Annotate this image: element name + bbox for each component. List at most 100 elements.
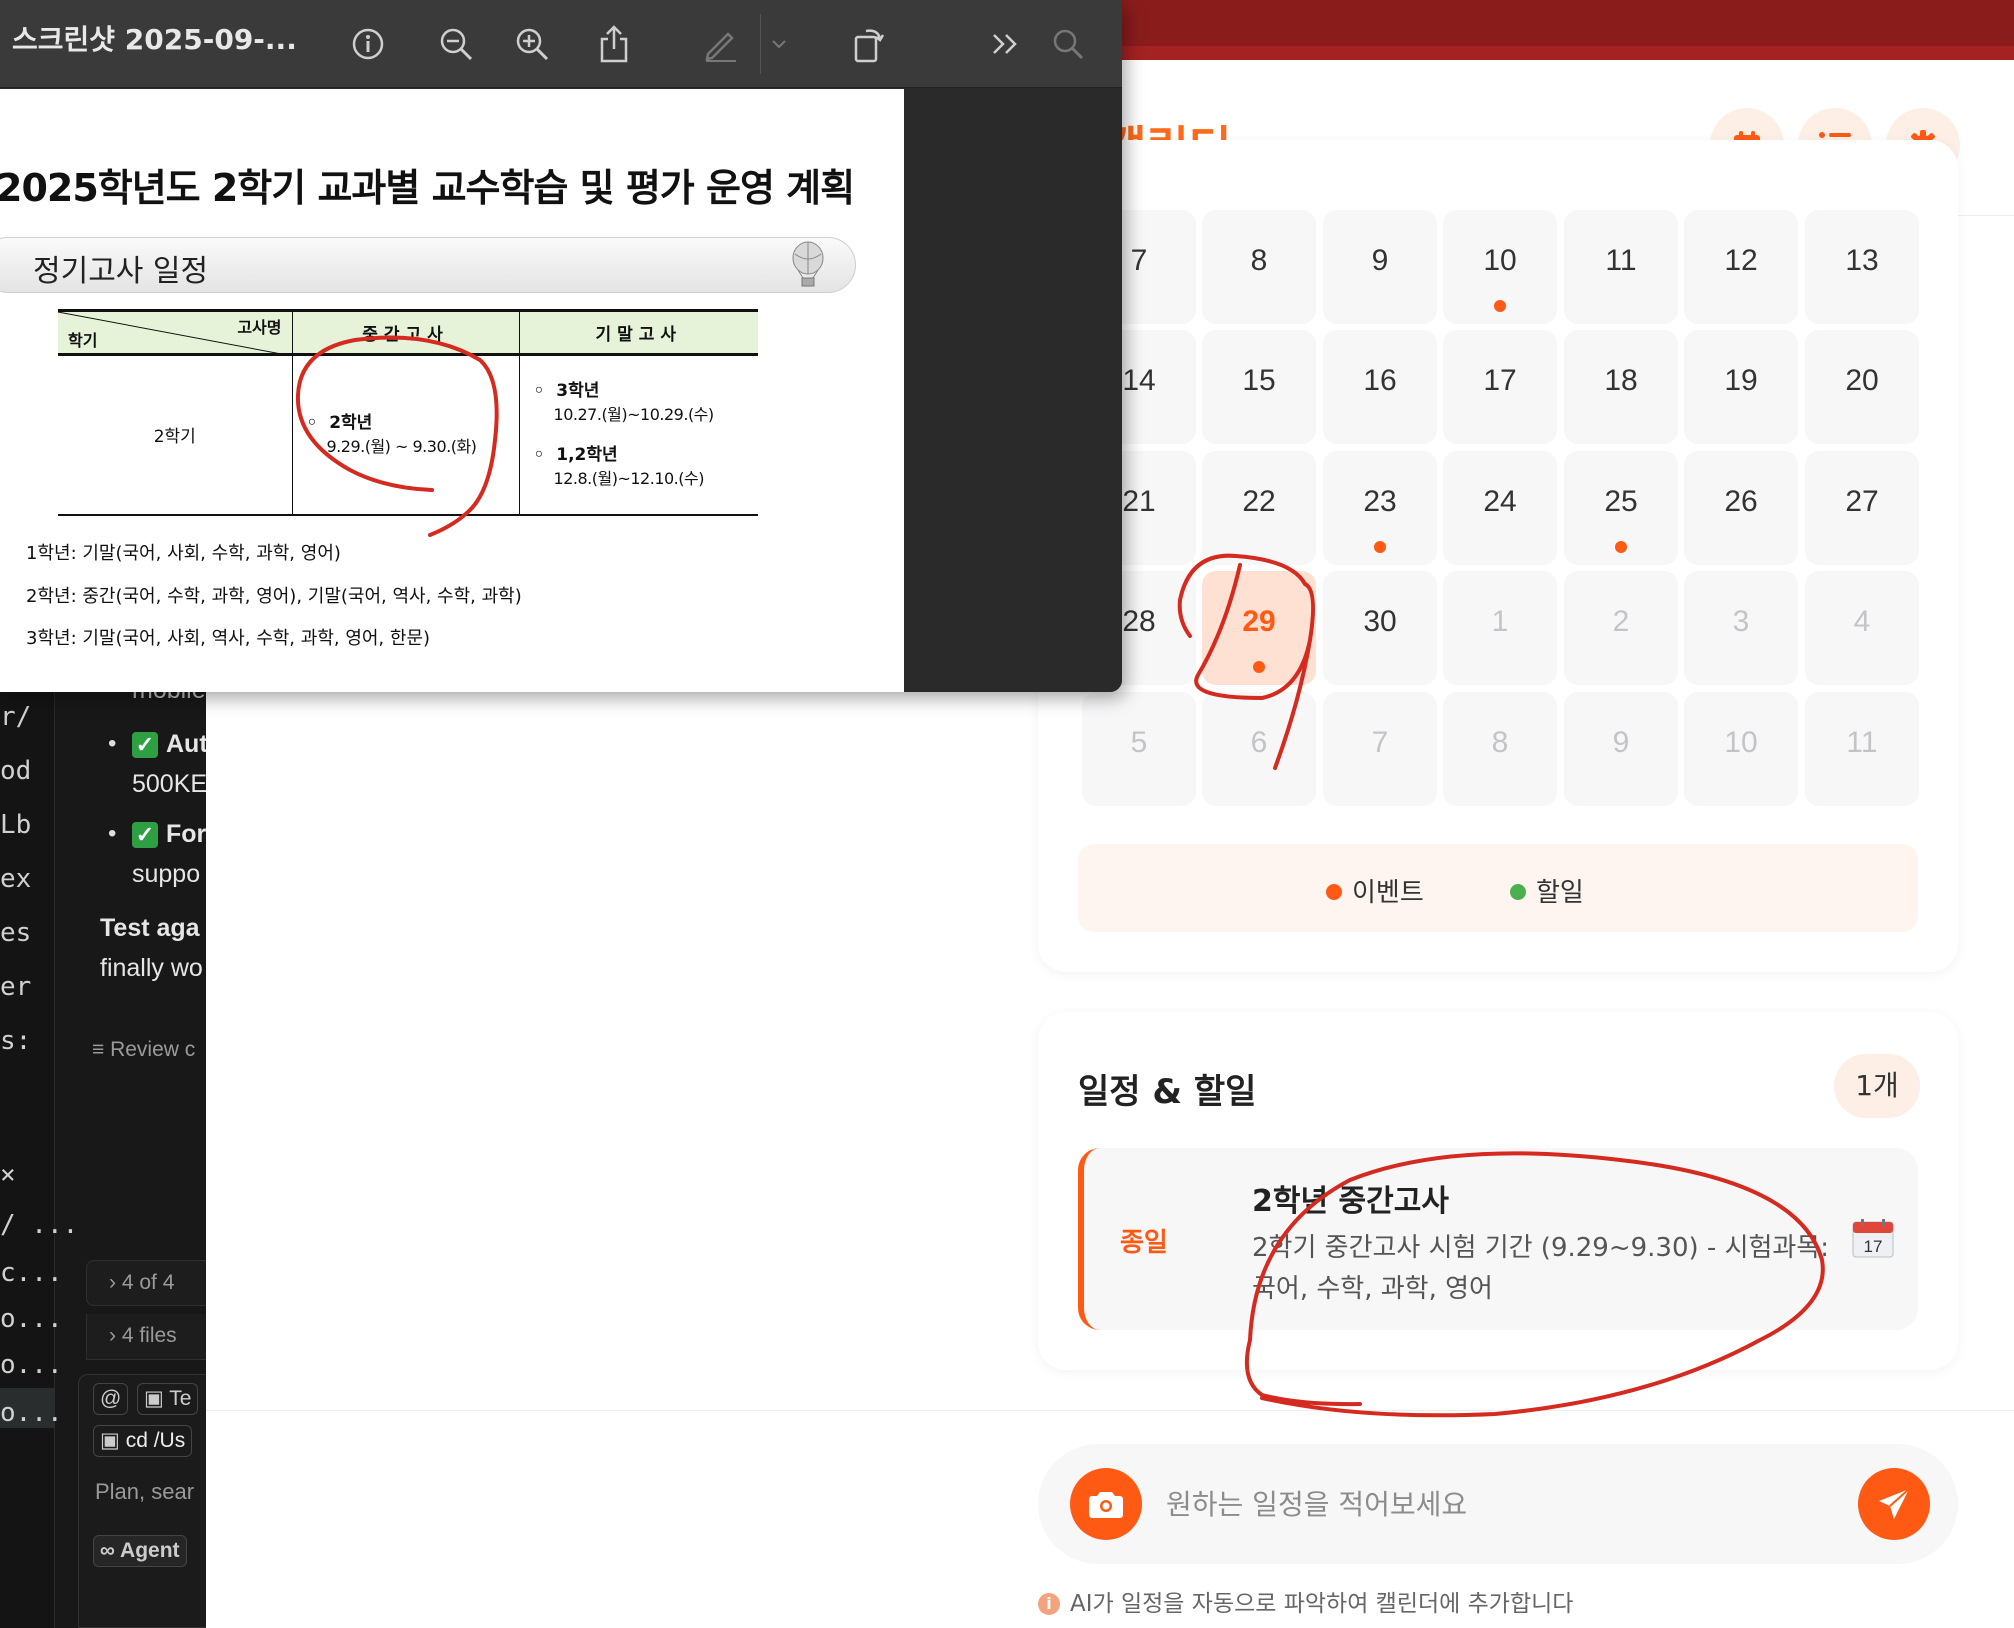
calendar-day[interactable]: 6 [1202, 692, 1316, 806]
day-number: 6 [1250, 726, 1268, 759]
more-button[interactable] [976, 14, 1036, 74]
calendar-day[interactable]: 5 [1082, 692, 1196, 806]
info-button[interactable] [338, 14, 398, 74]
calendar-day[interactable]: 18 [1564, 330, 1678, 444]
file-row[interactable]: / ... [0, 1210, 78, 1240]
file-row[interactable]: c... [0, 1258, 63, 1288]
ide-test-line1: Test aga [100, 914, 200, 942]
composer-placeholder[interactable]: Plan, sear [95, 1479, 194, 1505]
ide-panel-files[interactable]: › 4 files [86, 1314, 206, 1360]
terminal-chip[interactable]: ▣ Te [137, 1383, 199, 1415]
calendar-day[interactable]: 20 [1805, 330, 1919, 444]
ide-test-line2: finally wo [100, 954, 203, 982]
calendar-day[interactable]: 4 [1805, 571, 1919, 685]
calendar-day[interactable]: 27 [1805, 451, 1919, 565]
rotate-button[interactable] [838, 14, 898, 74]
calendar-day[interactable]: 26 [1684, 451, 1798, 565]
calendar-day[interactable]: 9 [1564, 692, 1678, 806]
calendar-day[interactable]: 23 [1323, 451, 1437, 565]
ide-background-window: mobile • ✓ Aut 500KE • ✓ For suppo Test … [0, 680, 206, 1628]
markup-button[interactable] [690, 14, 750, 74]
file-row[interactable]: o... [0, 1304, 63, 1334]
calendar-day[interactable]: 11 [1805, 692, 1919, 806]
ide-panel-label: › 4 files [109, 1324, 177, 1347]
at-mention-button[interactable]: @ [93, 1383, 129, 1415]
midterm-cell: ◦ 2학년 9.29.(월) ~ 9.30.(화) [291, 354, 520, 516]
calendar-day[interactable]: 3 [1684, 571, 1798, 685]
ide-panel-of[interactable]: › 4 of 4 [86, 1260, 206, 1306]
subject-note: 1학년: 기말(국어, 사회, 수학, 과학, 영어) [26, 543, 341, 564]
calendar-day[interactable]: 8 [1202, 210, 1316, 324]
calendar-day[interactable]: 22 [1202, 451, 1316, 565]
ide-review-link[interactable]: ≡ Review c [92, 1038, 195, 1062]
exam-schedule-table: 고사명 학기 중간고사 기말고사 2학기 ◦ 2학년 9.29.(월) ~ 9.… [58, 309, 758, 516]
command-chip-label: cd /Us [125, 1429, 186, 1452]
file-row[interactable]: Lb [0, 810, 31, 840]
day-number: 25 [1604, 485, 1638, 518]
calendar-day[interactable]: 30 [1323, 571, 1437, 685]
calendar-day[interactable]: 11 [1564, 210, 1678, 324]
share-button[interactable] [584, 14, 644, 74]
events-title: 일정 & 할일 [1078, 1072, 1257, 1112]
calendar-day-today[interactable]: 29 [1202, 571, 1316, 685]
message-input[interactable] [1166, 1472, 1806, 1536]
divider [206, 1410, 2014, 1411]
search-button[interactable] [1038, 14, 1098, 74]
final-dates: 10.27.(월)~10.29.(수) [553, 404, 715, 424]
calendar-day[interactable]: 19 [1684, 330, 1798, 444]
svg-text:17: 17 [1864, 1237, 1883, 1256]
day-number: 10 [1724, 726, 1758, 759]
camera-button[interactable] [1070, 1468, 1142, 1540]
section-header: 정기고사 일정 [0, 237, 856, 293]
close-icon[interactable]: × [0, 1160, 16, 1190]
file-row[interactable]: r/ [0, 702, 31, 732]
calendar-day[interactable]: 2 [1564, 571, 1678, 685]
command-chip[interactable]: ▣ cd /Us [93, 1425, 193, 1457]
search-icon [1053, 29, 1084, 60]
file-row[interactable]: o... [0, 1350, 63, 1380]
markup-dropdown[interactable] [760, 14, 796, 74]
document-page: 2025학년도 2학기 교과별 교수학습 및 평가 운영 계획 정기고사 일정 … [0, 89, 904, 692]
calendar-day[interactable]: 10 [1684, 692, 1798, 806]
event-description: 2학기 중간고사 시험 기간 (9.29~9.30) - 시험과목: 국어, 수… [1252, 1233, 1830, 1304]
calendar-day[interactable]: 15 [1202, 330, 1316, 444]
agent-mode-button[interactable]: ∞ Agent [93, 1535, 187, 1567]
zoom-out-button[interactable] [426, 14, 486, 74]
event-dot-icon [1326, 884, 1342, 900]
calendar-day[interactable]: 16 [1323, 330, 1437, 444]
preview-title[interactable]: 스크린샷 2025-09-... [12, 18, 297, 58]
file-row[interactable]: od [0, 756, 31, 786]
event-dot-icon [1615, 541, 1627, 553]
checkmark-icon: ✓ [132, 732, 158, 758]
more-icon [993, 34, 1017, 54]
day-number: 7 [1371, 726, 1389, 759]
ai-hint-text: AI가 일정을 자동으로 파악하여 캘린더에 추가합니다 [1070, 1591, 1574, 1617]
calendar-day[interactable]: 25 [1564, 451, 1678, 565]
ide-item2-sub: suppo [132, 860, 201, 888]
event-item[interactable]: 종일 2학년 중간고사 2학기 중간고사 시험 기간 (9.29~9.30) -… [1078, 1148, 1918, 1330]
file-row[interactable]: ex [0, 864, 31, 894]
day-number: 18 [1604, 364, 1638, 397]
preview-margin [904, 89, 1122, 692]
file-row[interactable]: s: [0, 1026, 31, 1056]
calendar-day[interactable]: 8 [1443, 692, 1557, 806]
calendar-day[interactable]: 9 [1323, 210, 1437, 324]
calendar-day[interactable]: 17 [1443, 330, 1557, 444]
calendar-day[interactable]: 1 [1443, 571, 1557, 685]
day-number: 12 [1724, 244, 1758, 277]
send-icon [1879, 1488, 1910, 1519]
send-button[interactable] [1858, 1468, 1930, 1540]
day-number: 5 [1130, 726, 1148, 759]
zoom-in-button[interactable] [502, 14, 562, 74]
file-row[interactable]: er [0, 972, 31, 1002]
calendar-day[interactable]: 10 [1443, 210, 1557, 324]
file-row[interactable]: es [0, 918, 31, 948]
file-row[interactable]: o... [0, 1398, 63, 1428]
calendar-day[interactable]: 7 [1323, 692, 1437, 806]
event-title: 2학년 중간고사 [1252, 1184, 1449, 1219]
ide-item2-title: For [166, 820, 206, 848]
calendar-day[interactable]: 12 [1684, 210, 1798, 324]
calendar-day[interactable]: 13 [1805, 210, 1919, 324]
ide-composer[interactable]: @ ▣ Te ▣ cd /Us Plan, sear ∞ Agent [78, 1374, 206, 1628]
calendar-day[interactable]: 24 [1443, 451, 1557, 565]
